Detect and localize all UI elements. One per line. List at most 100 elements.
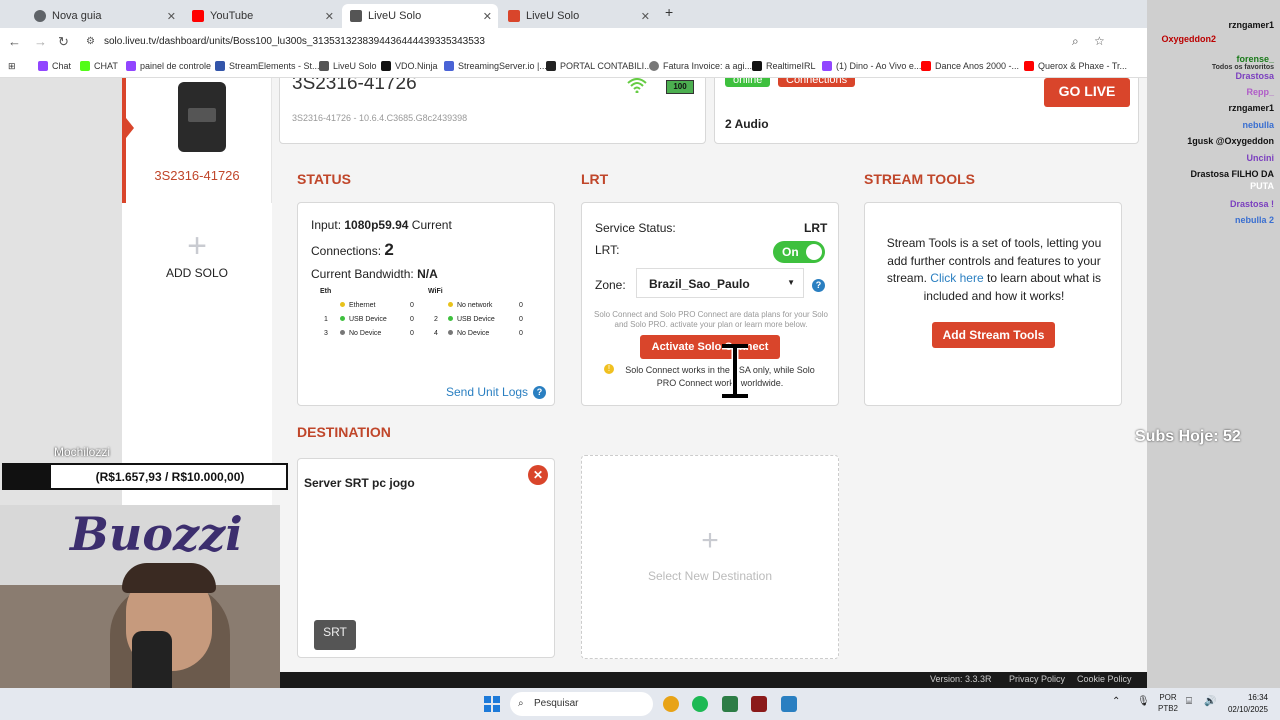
url-input[interactable]: solo.liveu.tv/dashboard/units/Boss100_lu…	[104, 36, 485, 47]
network-icon[interactable]: ⌸	[1186, 696, 1192, 707]
connections-badge[interactable]: Connections	[778, 78, 856, 87]
volume-icon[interactable]: 🔊	[1204, 696, 1216, 707]
liveu-device-image	[178, 82, 226, 152]
forward-icon[interactable]: →	[34, 34, 47, 49]
tab-nova-guia[interactable]: Nova guia ✕	[26, 4, 182, 28]
close-tab-icon[interactable]: ✕	[641, 10, 650, 23]
chat-message: 1gusk @Oxygeddon	[1187, 136, 1274, 146]
zone-label: Zone:	[595, 278, 626, 292]
tab-liveu-solo-active[interactable]: LiveU Solo ✕	[342, 4, 498, 28]
chrome-icon[interactable]	[663, 696, 679, 712]
site-info-icon[interactable]: ⚙	[86, 36, 95, 47]
help-icon[interactable]: ?	[533, 386, 546, 399]
lrt-toggle[interactable]: On	[773, 241, 825, 263]
bookmark-item[interactable]: Chat	[38, 61, 71, 71]
bookmark-item[interactable]: Querox & Phaxe - Tr...	[1024, 61, 1127, 71]
click-here-link[interactable]: Click here	[930, 271, 983, 285]
goal-name: Mochilozzi	[54, 445, 111, 459]
status-dot-icon	[448, 330, 453, 335]
chat-message: forense_	[1236, 54, 1274, 64]
bookmark-item[interactable]: RealtimeIRL	[752, 61, 816, 71]
tab-youtube[interactable]: YouTube ✕	[184, 4, 340, 28]
status-dot-icon	[448, 302, 453, 307]
stream-chat-overlay: rzngamer1 Oxygeddon2 forense_ Todos os f…	[1147, 0, 1280, 688]
chevron-up-icon[interactable]: ⌃	[1112, 696, 1120, 707]
back-icon[interactable]: ←	[8, 34, 21, 49]
battery-indicator: 100	[666, 80, 694, 94]
interface-count: 0	[410, 316, 414, 323]
bookmark-item[interactable]: StreamingServer.io |...	[444, 61, 547, 71]
interface-entry: No Device	[340, 330, 381, 337]
reload-icon[interactable]: ↻	[58, 34, 69, 50]
destination-card[interactable]: Server SRT pc jogo ✕ SRT	[297, 458, 555, 658]
activate-solo-connect-button[interactable]: Activate Solo Connect	[640, 335, 780, 359]
go-live-button[interactable]: GO LIVE	[1044, 78, 1130, 107]
bookmark-item[interactable]: StreamElements - St...	[215, 61, 320, 71]
interface-entry: USB Device	[340, 316, 387, 323]
input-label: Input:	[311, 218, 342, 232]
clock-date: 02/10/2025	[1227, 705, 1268, 714]
tab-label: LiveU Solo	[526, 10, 580, 22]
lrt-section-title: LRT	[581, 171, 609, 187]
star-icon[interactable]: ☆	[1094, 34, 1105, 48]
zone-select[interactable]: Brazil_Sao_Paulo ▼	[636, 268, 804, 298]
taskbar-search-input[interactable]: ⌕ Pesquisar	[510, 692, 653, 716]
chat-message: Repp_	[1246, 87, 1274, 97]
new-tab-button[interactable]: +	[665, 4, 673, 20]
subs-today-counter: Subs Hoje: 52	[1135, 428, 1241, 445]
interface-count: 0	[519, 302, 523, 309]
close-tab-icon[interactable]: ✕	[325, 10, 334, 23]
bookmark-item[interactable]: VDO.Ninja	[381, 61, 438, 71]
youtube-icon	[1024, 61, 1034, 71]
add-stream-tools-button[interactable]: Add Stream Tools	[932, 322, 1055, 348]
remove-destination-icon[interactable]: ✕	[528, 465, 548, 485]
close-tab-icon[interactable]: ✕	[483, 10, 492, 23]
apps-icon[interactable]: ⊞	[8, 61, 16, 72]
stream-tools-section-title: STREAM TOOLS	[864, 171, 975, 187]
windows-start-icon[interactable]	[484, 696, 500, 712]
bookmark-item[interactable]: CHAT	[80, 61, 118, 71]
app-icon[interactable]	[751, 696, 767, 712]
srt-logo: SRT	[314, 620, 356, 650]
tab-label: YouTube	[210, 10, 254, 22]
interface-count: 0	[519, 316, 523, 323]
bookmark-item[interactable]: painel de controle	[126, 61, 211, 71]
help-icon[interactable]: ?	[812, 279, 825, 292]
browser-tab-strip: Nova guia ✕ YouTube ✕ LiveU Solo ✕ LiveU…	[0, 0, 1280, 28]
bandwidth-label: Current Bandwidth:	[311, 267, 414, 281]
send-unit-logs-link[interactable]: Send Unit Logs	[446, 385, 528, 399]
app-icon[interactable]	[722, 696, 738, 712]
bookmark-item[interactable]: Fatura Invoice: a agi...	[649, 61, 752, 71]
bookmark-item[interactable]: (1) Dino - Ao Vivo e...	[822, 61, 921, 71]
ninja-icon	[381, 61, 391, 71]
select-new-destination-card[interactable]: + Select New Destination	[581, 455, 839, 659]
spotify-icon[interactable]	[692, 696, 708, 712]
taskbar-clock[interactable]: 16:34 02/10/2025	[1228, 692, 1268, 716]
lrt-card: Service Status: LRT LRT: On Zone: Brazil…	[581, 202, 839, 406]
privacy-policy-link[interactable]: Privacy Policy	[1009, 674, 1065, 684]
brand-logo: Buozzi	[70, 507, 243, 561]
cookie-policy-link[interactable]: Cookie Policy	[1077, 674, 1132, 684]
stream-tools-card: Stream Tools is a set of tools, letting …	[864, 202, 1122, 406]
microphone-icon[interactable]: 🎙	[1137, 696, 1150, 707]
notepad-icon[interactable]	[781, 696, 797, 712]
chat-message: Uncini	[1246, 153, 1274, 163]
all-favorites-label[interactable]: Todos os favoritos	[1212, 64, 1274, 71]
zoom-icon[interactable]: ⌕	[1072, 34, 1079, 49]
input-value: 1080p59.94	[344, 218, 409, 232]
toggle-label: On	[782, 245, 799, 259]
bookmark-item[interactable]: Dance Anos 2000 -...	[921, 61, 1019, 71]
interface-count: 0	[519, 330, 523, 337]
windows-taskbar: ⌕ Pesquisar ⌃ 🎙 POR PTB2 ⌸ 🔊 16:34 02/10…	[0, 688, 1280, 720]
bookmark-item[interactable]: LiveU Solo	[319, 61, 377, 71]
eth-header: Eth	[320, 288, 332, 295]
donation-goal-bar: (R$1.657,93 / R$10.000,00)	[2, 463, 288, 490]
status-card: Input: 1080p59.94 Current Connections: 2…	[297, 202, 555, 406]
bookmark-item[interactable]: PORTAL CONTABILI...	[546, 61, 652, 71]
tab-liveu-solo[interactable]: LiveU Solo ✕	[500, 4, 656, 28]
select-new-destination-label: Select New Destination	[647, 569, 773, 583]
wifi-icon	[627, 78, 647, 93]
language-indicator[interactable]: POR PTB2	[1158, 692, 1178, 714]
unit-sidebar-item[interactable]: 3S2316-41726	[122, 78, 272, 203]
close-tab-icon[interactable]: ✕	[167, 10, 176, 23]
